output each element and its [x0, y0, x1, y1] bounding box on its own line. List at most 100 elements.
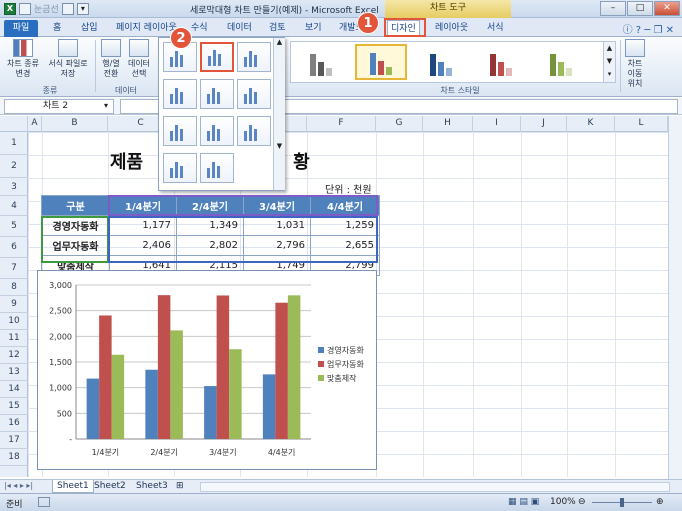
chart-layout-gallery[interactable]: ▲ ▼	[158, 37, 285, 191]
row-header[interactable]: 5	[0, 216, 28, 237]
row-header[interactable]: 7	[0, 258, 28, 279]
chart-layout-11[interactable]	[200, 153, 234, 183]
excel-logo-icon[interactable]: X	[4, 2, 16, 15]
sheet-tab-2[interactable]: Sheet2	[90, 480, 130, 493]
maximize-button[interactable]: □	[627, 1, 653, 16]
chart-layout-10[interactable]	[163, 153, 197, 183]
row-header[interactable]: 4	[0, 196, 28, 216]
tab-developer[interactable]: 개발도구	[336, 20, 358, 37]
row-header[interactable]: 11	[0, 330, 28, 347]
chart-layout-6[interactable]	[237, 79, 271, 109]
row-header[interactable]: 10	[0, 313, 28, 330]
row-header[interactable]: 3	[0, 178, 28, 196]
sheet-tab-1[interactable]: Sheet1	[52, 480, 94, 493]
chart-layout-2[interactable]	[200, 42, 234, 72]
row-header[interactable]: 13	[0, 364, 28, 381]
chart-layout-9[interactable]	[237, 116, 271, 146]
row-header[interactable]: 16	[0, 415, 28, 432]
row-header[interactable]: 9	[0, 296, 28, 313]
chart-area[interactable]: - 500 1,000 1,500 2,000 2,500 3,000 1/4분기 2/4분기 3…	[37, 270, 377, 470]
chart-styles-scroll[interactable]: ▲ ▼ ▾	[603, 42, 615, 82]
row-header[interactable]: 17	[0, 432, 28, 449]
gridlines-label[interactable]: 눈금선	[34, 2, 59, 15]
tab-home[interactable]: 홈	[50, 20, 64, 37]
chart-style-blue[interactable]	[415, 44, 467, 80]
tab-data[interactable]: 데이터	[224, 20, 255, 37]
column-header[interactable]: G	[376, 116, 423, 132]
sheet-tabs-bar: |◂ ◂ ▸ ▸| Sheet1 Sheet2 Sheet3 ⊞	[0, 479, 682, 493]
ribbon: 차트 종류 변경 서식 파일로 저장 종류 행/열 전환 데이터 선택 데이터 …	[0, 37, 682, 97]
quick-access-toolbar: X 눈금선 ▾	[4, 2, 89, 15]
zoom-in-icon[interactable]: ⊕	[656, 497, 664, 507]
chart-layout-4[interactable]	[163, 79, 197, 109]
ribbon-separator	[620, 40, 621, 92]
change-chart-type-button[interactable]: 차트 종류 변경	[6, 39, 40, 79]
bar	[86, 378, 100, 439]
column-header[interactable]: F	[307, 116, 376, 132]
vertical-scrollbar[interactable]	[668, 116, 682, 479]
sheet-tab-3[interactable]: Sheet3	[132, 480, 172, 493]
x-tick-label: 2/4분기	[150, 448, 178, 457]
select-data-button[interactable]: 데이터 선택	[124, 39, 154, 79]
series-name-range-highlight	[108, 195, 378, 216]
chart-layout-5[interactable]	[200, 79, 234, 109]
chart-style-red[interactable]	[475, 44, 527, 80]
unit-label: 단위 : 천원	[325, 185, 372, 196]
tab-insert[interactable]: 삽입	[78, 20, 101, 37]
macro-record-icon[interactable]	[38, 497, 50, 507]
chart-layout-8[interactable]	[200, 116, 234, 146]
row-header[interactable]: 12	[0, 347, 28, 364]
grid-line	[521, 132, 522, 477]
chart-style-green[interactable]	[535, 44, 587, 80]
column-header[interactable]: K	[567, 116, 615, 132]
row-header[interactable]: 1	[0, 132, 28, 155]
row-header[interactable]: 15	[0, 398, 28, 415]
customize-qat-icon[interactable]: ▾	[76, 2, 89, 15]
row-header[interactable]: 6	[0, 237, 28, 258]
chevron-down-icon[interactable]: ▾	[104, 101, 108, 110]
column-header[interactable]: H	[423, 116, 473, 132]
zoom-slider-thumb[interactable]	[620, 498, 624, 507]
chart-style-gray[interactable]	[295, 44, 347, 80]
chart-styles-gallery[interactable]: ▲ ▼ ▾	[290, 41, 616, 83]
move-chart-button[interactable]: 차트 이동 위치	[622, 39, 648, 89]
name-box[interactable]: 차트 2	[4, 99, 114, 114]
chart-layout-3[interactable]	[237, 42, 271, 72]
tab-review[interactable]: 검토	[266, 20, 289, 37]
tab-format[interactable]: 서식	[484, 20, 507, 37]
step-badge-2: 2	[170, 27, 192, 49]
row-header[interactable]: 8	[0, 279, 28, 296]
save-as-template-button[interactable]: 서식 파일로 저장	[46, 39, 90, 79]
legend-swatch	[318, 347, 324, 353]
table-header[interactable]: 구분	[41, 195, 110, 216]
save-icon[interactable]	[61, 2, 74, 15]
close-button[interactable]: ✕	[654, 1, 680, 16]
gridlines-checkbox-icon[interactable]	[19, 2, 31, 15]
help-icon[interactable]: ⓘ ? ─ ❐ ✕	[623, 21, 674, 36]
view-buttons-icon[interactable]: ▦ ▤ ▣	[508, 497, 539, 507]
group-label-chart-styles: 차트 스타일	[440, 86, 480, 95]
tab-view[interactable]: 보기	[302, 20, 325, 37]
chart-layout-7[interactable]	[163, 116, 197, 146]
sheet-nav-arrows-icon[interactable]: |◂ ◂ ▸ ▸|	[4, 481, 33, 490]
insert-sheet-icon[interactable]: ⊞	[172, 480, 188, 493]
column-header[interactable]: A	[28, 116, 42, 132]
horizontal-scrollbar[interactable]	[200, 482, 670, 492]
select-all-corner[interactable]	[0, 116, 28, 132]
column-header[interactable]: I	[473, 116, 521, 132]
row-header[interactable]: 2	[0, 155, 28, 178]
column-header[interactable]: L	[615, 116, 668, 132]
chart-style-multicolor[interactable]	[355, 44, 407, 80]
row-header[interactable]: 14	[0, 381, 28, 398]
switch-row-column-button[interactable]: 행/열 전환	[98, 39, 124, 79]
tab-layout[interactable]: 레이아웃	[432, 20, 471, 37]
column-header[interactable]: J	[521, 116, 567, 132]
minimize-button[interactable]: –	[600, 1, 626, 16]
zoom-out-icon[interactable]: ⊖	[578, 497, 586, 507]
row-header[interactable]: 18	[0, 449, 28, 466]
gallery-scrollbar[interactable]: ▲ ▼	[273, 38, 285, 190]
y-tick-label: 500	[57, 409, 72, 418]
column-header[interactable]: B	[42, 116, 108, 132]
window-controls: – □ ✕	[600, 1, 680, 16]
tab-file[interactable]: 파일	[4, 20, 38, 37]
